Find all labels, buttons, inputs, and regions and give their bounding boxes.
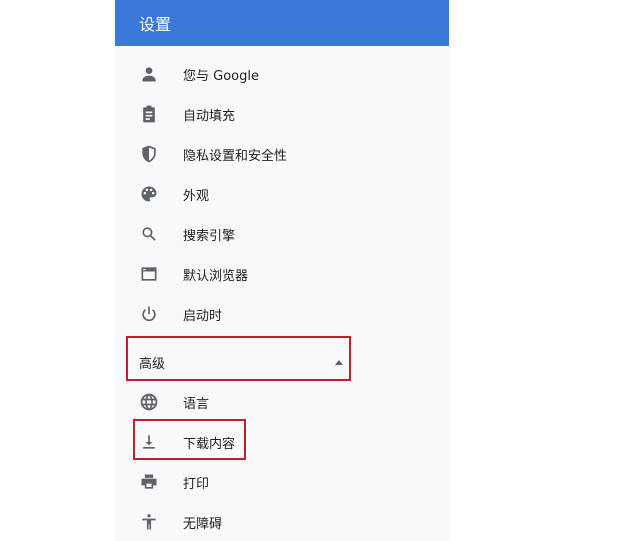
arrow-up-icon (335, 359, 343, 365)
advanced-label: 高级 (139, 356, 166, 372)
sidebar-item-search-engine[interactable]: 搜索引擎 (115, 214, 449, 254)
sidebar-item-autofill[interactable]: 自动填充 (115, 94, 449, 134)
sidebar-item-label: 隐私设置和安全性 (183, 148, 288, 164)
sidebar-item-label: 打印 (183, 476, 210, 492)
shield-icon (139, 144, 159, 164)
clipboard-icon (139, 104, 159, 124)
sidebar-item-printing[interactable]: 打印 (115, 462, 449, 502)
sidebar-item-label: 启动时 (183, 308, 223, 324)
sidebar-item-label: 语言 (183, 396, 210, 412)
search-icon (139, 224, 159, 244)
power-icon (139, 304, 159, 324)
palette-icon (139, 184, 159, 204)
settings-header: 设置 (115, 0, 449, 46)
sidebar-item-languages[interactable]: 语言 (115, 382, 449, 422)
page: 设置 您与 Google 自动填充 隐私设置和安全性 外观 搜索引擎 默认浏览器… (0, 0, 617, 541)
sidebar-item-privacy[interactable]: 隐私设置和安全性 (115, 134, 449, 174)
printer-icon (139, 472, 159, 492)
globe-icon (139, 392, 159, 412)
sidebar-item-label: 自动填充 (183, 108, 236, 124)
sidebar-item-label: 无障碍 (183, 516, 223, 532)
sidebar-item-label: 您与 Google (183, 68, 259, 84)
sidebar-item-label: 下载内容 (183, 436, 236, 452)
sidebar-item-appearance[interactable]: 外观 (115, 174, 449, 214)
advanced-section-toggle[interactable]: 高级 (115, 342, 449, 382)
person-icon (139, 64, 159, 84)
sidebar-item-accessibility[interactable]: 无障碍 (115, 502, 449, 541)
sidebar-item-label: 默认浏览器 (183, 268, 249, 284)
sidebar-item-label: 搜索引擎 (183, 228, 236, 244)
page-title: 设置 (139, 15, 172, 34)
browser-window-icon (139, 264, 159, 284)
sidebar-item-default-browser[interactable]: 默认浏览器 (115, 254, 449, 294)
accessibility-icon (139, 512, 159, 532)
sidebar-item-label: 外观 (183, 188, 210, 204)
settings-sidebar: 设置 您与 Google 自动填充 隐私设置和安全性 外观 搜索引擎 默认浏览器… (115, 0, 449, 541)
sidebar-item-downloads[interactable]: 下载内容 (115, 422, 449, 462)
sidebar-item-you-and-google[interactable]: 您与 Google (115, 54, 449, 94)
sidebar-item-on-startup[interactable]: 启动时 (115, 294, 449, 334)
download-icon (139, 432, 159, 452)
